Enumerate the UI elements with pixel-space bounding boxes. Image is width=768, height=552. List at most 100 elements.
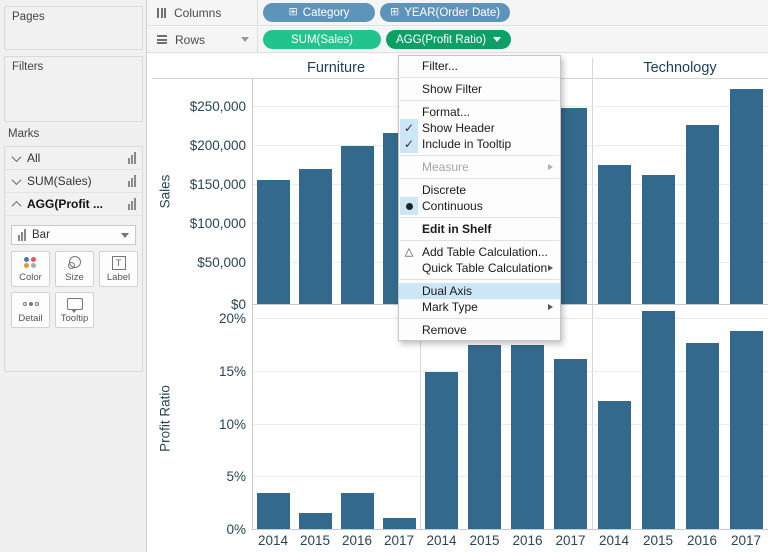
menu-item-label: Add Table Calculation...	[422, 245, 548, 259]
left-sidebar: Pages Filters Marks All SUM(Sales) AGG(Pro…	[0, 0, 147, 552]
sales-tick-label: $250,000	[158, 99, 246, 114]
pages-shelf[interactable]: Pages	[4, 6, 143, 50]
pill-year-order-date-[interactable]: ⊞YEAR(Order Date)	[380, 3, 510, 22]
color-button[interactable]: Color	[11, 251, 50, 287]
chevron-up-icon[interactable]	[12, 200, 22, 210]
x-axis-year-label[interactable]: 2014	[420, 533, 463, 548]
bar-mark[interactable]	[511, 345, 544, 529]
bar-mark[interactable]	[554, 359, 587, 529]
menu-item-format-[interactable]: Format...	[399, 104, 560, 120]
checkmark-icon: ✓	[400, 135, 418, 153]
tooltip-button[interactable]: Tooltip	[55, 292, 94, 328]
x-axis-year-label[interactable]: 2015	[294, 533, 336, 548]
x-axis-year-label[interactable]: 2014	[252, 533, 294, 548]
plus-box-icon[interactable]: ⊞	[289, 7, 298, 18]
sales-axis-title: Sales	[158, 147, 173, 237]
marks-label: Marks	[8, 128, 39, 140]
menu-item-label: Discrete	[422, 183, 466, 197]
bar-mark[interactable]	[598, 165, 631, 304]
menu-item-include-in-tooltip[interactable]: ✓Include in Tooltip	[399, 136, 560, 152]
pill-label: Category	[303, 7, 350, 19]
x-axis-year-label[interactable]: 2016	[506, 533, 549, 548]
x-axis-year-label[interactable]: 2015	[636, 533, 680, 548]
x-axis-year-label[interactable]: 2015	[463, 533, 506, 548]
x-axis-year-label[interactable]: 2016	[680, 533, 724, 548]
menu-item-remove[interactable]: Remove	[399, 322, 560, 338]
detail-button[interactable]: Detail	[11, 292, 50, 328]
chevron-down-icon[interactable]	[12, 152, 22, 162]
bar-mark[interactable]	[299, 513, 332, 529]
tooltip-icon	[67, 297, 83, 311]
panel-divider	[592, 58, 593, 529]
bar-mark[interactable]	[686, 125, 719, 304]
pill-category[interactable]: ⊞ Category	[263, 3, 375, 22]
pill-caret-icon[interactable]	[493, 37, 501, 42]
bar-mark[interactable]	[257, 493, 290, 529]
marks-card-row-0[interactable]: All	[5, 147, 142, 170]
marks-card: All SUM(Sales) AGG(Profit ... Bar ColorSiz…	[4, 146, 143, 372]
x-axis-year-label[interactable]: 2017	[724, 533, 768, 548]
pill-sum-sales-[interactable]: SUM(Sales)	[263, 30, 381, 49]
menu-item-add-table-calculation-[interactable]: △Add Table Calculation...	[399, 244, 560, 260]
bar-mark[interactable]	[341, 146, 374, 304]
menu-separator	[400, 178, 559, 179]
menu-item-label: Continuous	[422, 199, 483, 213]
columns-pill-track: ⊞ Category ⊞YEAR(Order Date)	[259, 0, 768, 25]
marks-card-row-2[interactable]: AGG(Profit ...	[5, 193, 142, 216]
rows-shelf-caret-icon[interactable]	[241, 37, 249, 42]
x-axis-year-label[interactable]: 2017	[549, 533, 592, 548]
bar-mark[interactable]	[686, 343, 719, 529]
bar-mark[interactable]	[730, 89, 763, 304]
pill-label: AGG(Profit Ratio)	[396, 34, 486, 46]
menu-separator	[400, 279, 559, 280]
menu-item-label: Remove	[422, 323, 467, 337]
detail-button-label: Detail	[18, 313, 42, 324]
bar-mark[interactable]	[425, 372, 458, 529]
menu-separator	[400, 77, 559, 78]
bar-mark[interactable]	[383, 518, 416, 529]
menu-separator	[400, 155, 559, 156]
mark-buttons-grid: ColorSizeTLabel Detail Tooltip	[11, 251, 140, 328]
menu-item-quick-table-calculation[interactable]: Quick Table Calculation	[399, 260, 560, 276]
menu-item-dual-axis[interactable]: Dual Axis	[399, 283, 560, 299]
menu-separator	[400, 217, 559, 218]
radio-dot-icon	[400, 197, 418, 215]
menu-item-edit-in-shelf[interactable]: Edit in Shelf	[399, 221, 560, 237]
columns-shelf-label: Columns	[174, 6, 257, 20]
columns-icon	[157, 8, 166, 18]
menu-item-continuous[interactable]: Continuous	[399, 198, 560, 214]
x-axis-year-label[interactable]: 2016	[336, 533, 378, 548]
plus-box-icon[interactable]: ⊞	[390, 7, 399, 18]
menu-item-label: Show Header	[422, 121, 495, 135]
columns-shelf[interactable]: Columns ⊞ Category ⊞YEAR(Order Date)	[147, 0, 768, 26]
x-axis-year-label[interactable]: 2014	[592, 533, 636, 548]
marks-card-row-1[interactable]: SUM(Sales)	[5, 170, 142, 193]
sales-tick-label: $0	[158, 297, 246, 312]
menu-item-show-filter[interactable]: Show Filter	[399, 81, 560, 97]
profit-tick-label: 20%	[158, 311, 246, 326]
marks-card-row-label: SUM(Sales)	[27, 174, 128, 188]
menu-item-mark-type[interactable]: Mark Type	[399, 299, 560, 315]
rows-shelf-head: Rows	[147, 27, 258, 52]
label-button[interactable]: TLabel	[99, 251, 138, 287]
size-button[interactable]: Size	[55, 251, 94, 287]
menu-item-filter-[interactable]: Filter...	[399, 58, 560, 74]
bar-mark[interactable]	[642, 311, 675, 529]
bar-mark[interactable]	[642, 175, 675, 304]
bar-mark[interactable]	[468, 345, 501, 529]
chevron-down-icon[interactable]	[12, 175, 22, 185]
bar-mark[interactable]	[730, 331, 763, 529]
bar-mark[interactable]	[341, 493, 374, 529]
bar-mark[interactable]	[257, 180, 290, 304]
pill-agg-profit-ratio-[interactable]: AGG(Profit Ratio)	[386, 30, 511, 49]
x-axis-year-label[interactable]: 2017	[378, 533, 420, 548]
menu-item-show-header[interactable]: ✓Show Header	[399, 120, 560, 136]
menu-item-discrete[interactable]: Discrete	[399, 182, 560, 198]
menu-item-label: Mark Type	[422, 300, 478, 314]
mark-type-dropdown[interactable]: Bar	[11, 225, 136, 245]
filters-shelf[interactable]: Filters	[4, 56, 143, 122]
bar-mark[interactable]	[598, 401, 631, 529]
bar-mark[interactable]	[299, 169, 332, 304]
rows-shelf[interactable]: Rows SUM(Sales) AGG(Profit Ratio)	[147, 27, 768, 53]
menu-separator	[400, 318, 559, 319]
